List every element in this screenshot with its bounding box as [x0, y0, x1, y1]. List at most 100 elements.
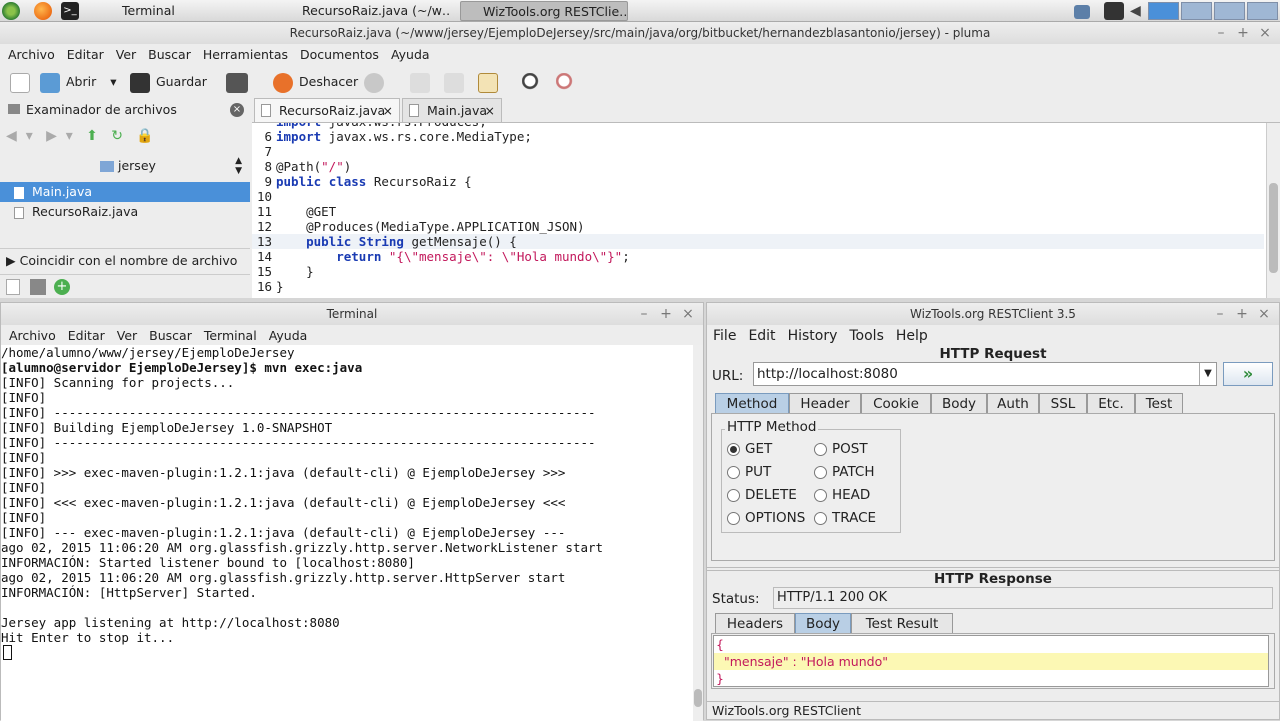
scrollbar-thumb[interactable]	[694, 689, 702, 707]
close-panel-icon[interactable]: ×	[230, 103, 244, 117]
terminal-scrollbar[interactable]	[693, 345, 703, 721]
back-dropdown-icon[interactable]: ▾	[26, 128, 33, 144]
editor-scrollbar[interactable]	[1266, 123, 1280, 298]
workspace-4[interactable]	[1247, 2, 1278, 20]
menu-archivo[interactable]: Archivo	[2, 44, 61, 66]
url-dropdown-icon[interactable]: ▼	[1199, 363, 1216, 385]
new-button[interactable]	[10, 68, 36, 96]
add-icon[interactable]: +	[54, 279, 70, 295]
copy-button[interactable]	[444, 68, 470, 96]
go-up-icon[interactable]: ⬆	[86, 128, 98, 144]
refresh-icon[interactable]: ↻	[111, 128, 123, 144]
menu-icon[interactable]	[2, 2, 20, 20]
url-input[interactable]: http://localhost:8080	[753, 362, 1217, 386]
close-tab-icon[interactable]: ×	[485, 99, 495, 123]
tab-response-body[interactable]: Body	[795, 613, 851, 633]
undo-button[interactable]: Deshacer	[273, 68, 358, 96]
minimize-icon[interactable]: –	[633, 303, 655, 325]
tab-body[interactable]: Body	[931, 393, 987, 413]
scrollbar-thumb[interactable]	[1269, 183, 1278, 273]
radio-post[interactable]: POST	[814, 439, 868, 459]
open-button[interactable]: Abrir ▾	[40, 68, 117, 96]
minimize-icon[interactable]: –	[1209, 303, 1231, 325]
close-icon[interactable]: ×	[677, 303, 699, 325]
save-button[interactable]: Guardar	[130, 68, 207, 96]
radio-head[interactable]: HEAD	[814, 485, 870, 505]
tab-auth[interactable]: Auth	[987, 393, 1039, 413]
menu-editar[interactable]: Editar	[62, 325, 111, 347]
maximize-icon[interactable]: +	[655, 303, 677, 325]
menu-tools[interactable]: Tools	[843, 328, 890, 344]
menu-buscar[interactable]: Buscar	[142, 44, 197, 66]
volume-icon[interactable]: ◀	[1130, 2, 1148, 20]
menu-edit[interactable]: Edit	[742, 328, 781, 344]
tab-header[interactable]: Header	[789, 393, 861, 413]
maximize-icon[interactable]: +	[1232, 22, 1254, 44]
tab-main[interactable]: Main.java ×	[402, 98, 502, 122]
spin-icon[interactable]: ▲ ▼	[235, 156, 242, 176]
radio-put[interactable]: PUT	[727, 462, 771, 482]
radio-delete[interactable]: DELETE	[727, 485, 797, 505]
close-tab-icon[interactable]: ×	[383, 99, 393, 123]
tab-method[interactable]: Method	[715, 393, 789, 413]
terminal-output[interactable]: /home/alumno/www/jersey/EjemploDeJersey[…	[1, 345, 693, 721]
forward-dropdown-icon[interactable]: ▾	[66, 128, 73, 144]
firefox-icon[interactable]	[34, 2, 52, 20]
send-request-button[interactable]: »	[1223, 362, 1273, 386]
terminal-launcher-icon[interactable]: >_	[61, 2, 79, 20]
workspace-1[interactable]	[1148, 2, 1179, 20]
menu-ayuda[interactable]: Ayuda	[385, 44, 436, 66]
filter-expander[interactable]: ▶ Coincidir con el nombre de archivo	[0, 248, 250, 272]
file-item-recursoraiz[interactable]: RecursoRaiz.java	[0, 202, 250, 222]
display-icon[interactable]	[1104, 2, 1124, 20]
forward-icon[interactable]: ▶	[46, 128, 57, 144]
paste-button[interactable]	[478, 68, 504, 96]
tab-headers[interactable]: Headers	[715, 613, 795, 633]
menu-buscar[interactable]: Buscar	[143, 325, 198, 347]
code-editor[interactable]: import javax.ws.rs.Produces; 6 import java…	[252, 122, 1280, 298]
menu-ver[interactable]: Ver	[110, 44, 142, 66]
menu-ver[interactable]: Ver	[111, 325, 143, 347]
radio-get[interactable]: GET	[727, 439, 772, 459]
menu-history[interactable]: History	[782, 328, 844, 344]
workspace-3[interactable]	[1214, 2, 1245, 20]
minimize-icon[interactable]: –	[1210, 22, 1232, 44]
radio-trace[interactable]: TRACE	[814, 508, 876, 528]
find-button[interactable]	[522, 68, 548, 96]
print-button[interactable]	[226, 68, 254, 96]
menu-herramientas[interactable]: Herramientas	[197, 44, 294, 66]
menu-ayuda[interactable]: Ayuda	[263, 325, 314, 347]
response-body[interactable]: { "mensaje" : "Hola mundo" }	[713, 635, 1269, 687]
close-icon[interactable]: ×	[1253, 303, 1275, 325]
redo-button[interactable]	[364, 68, 390, 96]
menu-archivo[interactable]: Archivo	[3, 325, 62, 347]
filebrowser-tab-icon[interactable]	[30, 279, 46, 295]
menu-file[interactable]: File	[707, 328, 742, 344]
task-terminal[interactable]: Terminal	[100, 1, 270, 21]
folder-selector[interactable]: jersey ▲ ▼	[100, 156, 246, 176]
tab-etc[interactable]: Etc.	[1087, 393, 1135, 413]
open-dropdown-icon[interactable]: ▾	[110, 74, 116, 89]
task-pluma[interactable]: RecursoRaiz.java (~/w…	[280, 1, 450, 21]
lock-icon[interactable]: 🔒	[136, 128, 153, 144]
menu-documentos[interactable]: Documentos	[294, 44, 385, 66]
menu-terminal[interactable]: Terminal	[198, 325, 263, 347]
task-restclient[interactable]: WizTools.org RESTClie…	[460, 1, 628, 21]
radio-options[interactable]: OPTIONS	[727, 508, 805, 528]
network-icon[interactable]	[1074, 5, 1090, 19]
workspace-2[interactable]	[1181, 2, 1212, 20]
menu-help[interactable]: Help	[890, 328, 934, 344]
tab-test[interactable]: Test	[1135, 393, 1183, 413]
documents-tab-icon[interactable]	[6, 279, 20, 295]
maximize-icon[interactable]: +	[1231, 303, 1253, 325]
menu-editar[interactable]: Editar	[61, 44, 110, 66]
tab-cookie[interactable]: Cookie	[861, 393, 931, 413]
back-icon[interactable]: ◀	[6, 128, 17, 144]
tab-recursoraiz[interactable]: RecursoRaiz.java ×	[254, 98, 400, 122]
cut-button[interactable]	[410, 68, 436, 96]
tab-ssl[interactable]: SSL	[1039, 393, 1087, 413]
replace-button[interactable]	[556, 68, 582, 96]
file-item-main[interactable]: Main.java	[0, 182, 250, 202]
close-icon[interactable]: ×	[1254, 22, 1276, 44]
tab-test-result[interactable]: Test Result	[851, 613, 953, 633]
